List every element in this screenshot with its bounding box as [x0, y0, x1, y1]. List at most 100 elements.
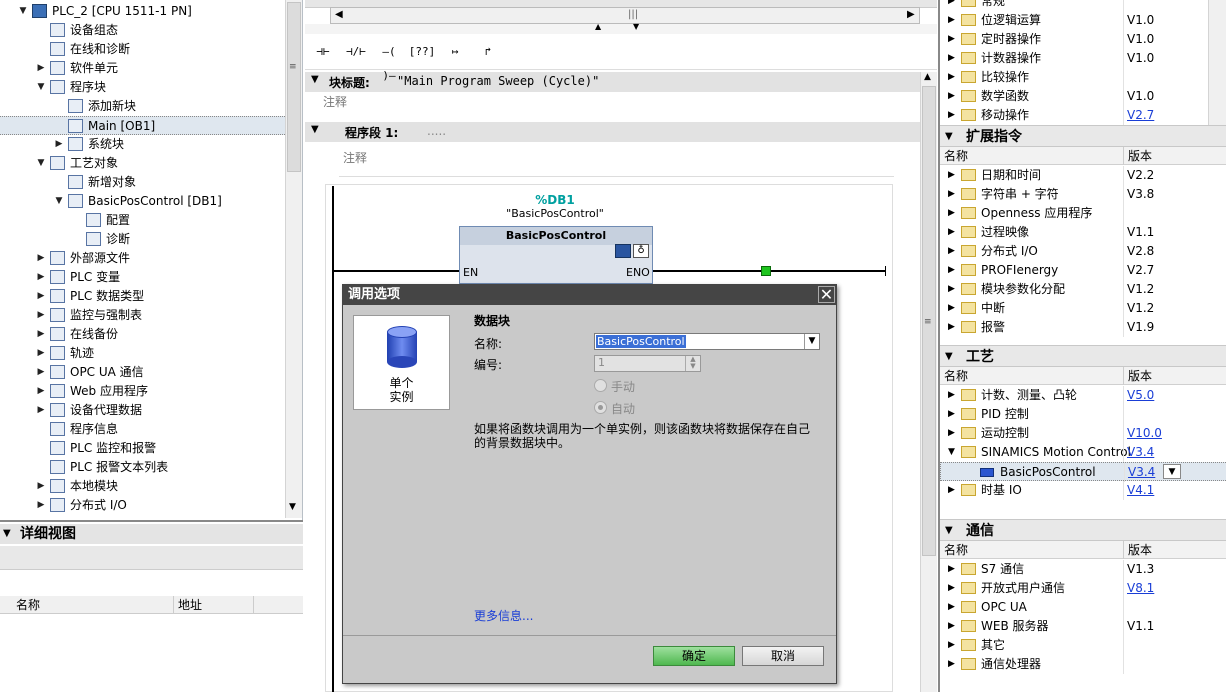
tree-item[interactable]: ▶ 软件单元 — [0, 59, 285, 78]
tree-item[interactable]: 程序信息 — [0, 420, 285, 439]
no-contact-icon[interactable]: ⊣⊢ — [308, 40, 338, 64]
chevron-right-icon[interactable]: ▶ — [36, 382, 46, 401]
tree-item[interactable]: 配置 — [0, 211, 285, 230]
tree-item[interactable]: 设备组态 — [0, 21, 285, 40]
dialog-titlebar[interactable]: 调用选项 — [343, 285, 836, 305]
section-header[interactable]: ▼ 通信 — [940, 519, 1226, 541]
chevron-right-icon[interactable]: ▶ — [948, 386, 955, 405]
auto-radio[interactable] — [594, 401, 607, 414]
tree-item[interactable]: ▶ Web 应用程序 — [0, 382, 285, 401]
chevron-right-icon[interactable]: ▶ — [948, 655, 955, 674]
scroll-down-icon[interactable]: ▼ — [289, 502, 296, 512]
en-pin[interactable]: EN — [463, 266, 478, 279]
instruction-row[interactable]: BasicPosControl V3.4 ▼ — [940, 462, 1226, 482]
instruction-version[interactable]: V8.1 — [1127, 579, 1154, 598]
column-version[interactable]: 版本 — [1123, 367, 1152, 385]
chevron-down-icon[interactable]: ▼ — [36, 154, 46, 173]
chevron-down-icon[interactable]: ▼ — [945, 346, 953, 368]
spinner-icon[interactable]: ▲ ▼ — [685, 356, 700, 371]
tree-item[interactable]: ▶ 本地模块 — [0, 477, 285, 496]
chevron-down-icon[interactable]: ▼ — [3, 524, 11, 544]
ok-button[interactable]: 确定 — [653, 646, 735, 666]
version-dropdown-icon[interactable]: ▼ — [1163, 464, 1181, 479]
chevron-right-icon[interactable]: ▶ — [36, 477, 46, 496]
scroll-left-icon[interactable]: ◀ — [335, 9, 343, 20]
instance-db-name[interactable]: "BasicPosControl" — [460, 207, 650, 220]
chevron-right-icon[interactable]: ▶ — [54, 135, 64, 154]
chevron-down-icon[interactable]: ▼ — [36, 78, 46, 97]
chevron-right-icon[interactable]: ▶ — [948, 280, 955, 299]
instruction-row[interactable]: ▶ 分布式 I/O V2.8 — [940, 242, 1226, 261]
chevron-right-icon[interactable]: ▶ — [36, 249, 46, 268]
chevron-right-icon[interactable]: ▶ — [948, 424, 955, 443]
chevron-right-icon[interactable]: ▶ — [948, 166, 955, 185]
chevron-right-icon[interactable]: ▶ — [948, 261, 955, 280]
chevron-right-icon[interactable]: ▶ — [948, 0, 955, 11]
instruction-row[interactable]: ▶ PROFIenergy V2.7 — [940, 261, 1226, 280]
chevron-right-icon[interactable]: ▶ — [948, 87, 955, 106]
network-title[interactable]: ..... — [427, 124, 446, 138]
tree-scrollbar-thumb[interactable] — [287, 2, 301, 172]
eno-pin[interactable]: ENO — [626, 266, 650, 279]
instruction-row[interactable]: ▶ 常规 — [940, 0, 1226, 11]
chevron-right-icon[interactable]: ▶ — [948, 579, 955, 598]
instruction-row[interactable]: ▶ Openness 应用程序 — [940, 204, 1226, 223]
instruction-row[interactable]: ▶ 移动操作 V2.7 — [940, 106, 1226, 125]
chevron-right-icon[interactable]: ▶ — [36, 59, 46, 78]
number-field[interactable]: 1 ▲ ▼ — [594, 355, 701, 372]
chevron-down-icon[interactable]: ▼ — [945, 520, 953, 542]
editor-hscroll[interactable]: ◀ ||| ▶ — [330, 7, 920, 24]
instance-name-field[interactable]: BasicPosControl ▼ — [594, 333, 820, 350]
chevron-right-icon[interactable]: ▶ — [36, 268, 46, 287]
splitter-down-icon[interactable]: ▼ — [633, 22, 639, 31]
splitter-up-icon[interactable]: ▲ — [595, 22, 601, 31]
tree-item[interactable]: 新增对象 — [0, 173, 285, 192]
instruction-row[interactable]: ▶ 运动控制 V10.0 — [940, 424, 1226, 443]
instruction-version[interactable]: V10.0 — [1127, 424, 1162, 443]
editor-vscroll[interactable]: ▲ ≡ — [920, 72, 937, 692]
column-name[interactable]: 名称 — [944, 147, 968, 165]
section-header[interactable]: ▼ 工艺 — [940, 345, 1226, 367]
empty-box-icon[interactable]: [??] — [407, 40, 437, 64]
chevron-right-icon[interactable]: ▶ — [948, 405, 955, 424]
instruction-version[interactable]: V4.1 — [1127, 481, 1154, 500]
close-icon[interactable]: ✕ — [818, 286, 835, 303]
coil-icon[interactable]: –( )– — [374, 40, 404, 82]
column-address[interactable]: 地址 — [173, 596, 202, 614]
instruction-version[interactable]: V3.4 — [1127, 443, 1154, 462]
chevron-right-icon[interactable]: ▶ — [948, 481, 955, 500]
instruction-row[interactable]: ▶ 比较操作 — [940, 68, 1226, 87]
instruction-row[interactable]: ▶ 其它 — [940, 636, 1226, 655]
stethoscope-icon[interactable]: ♁ — [633, 244, 649, 258]
tree-item[interactable]: ▼ 程序块 — [0, 78, 285, 97]
chevron-right-icon[interactable]: ▶ — [36, 363, 46, 382]
chevron-right-icon[interactable]: ▶ — [948, 636, 955, 655]
instruction-row[interactable]: ▶ 中断 V1.2 — [940, 299, 1226, 318]
instruction-row[interactable]: ▶ 时基 IO V4.1 — [940, 481, 1226, 500]
tree-item[interactable]: 诊断 — [0, 230, 285, 249]
editor-splitter[interactable]: ▲ ▼ — [305, 22, 937, 34]
chevron-right-icon[interactable]: ▶ — [948, 106, 955, 125]
chevron-down-icon[interactable]: ▼ — [311, 124, 319, 135]
tree-item[interactable]: ▶ 轨迹 — [0, 344, 285, 363]
instruction-version[interactable]: V2.7 — [1127, 106, 1154, 125]
output-connector[interactable] — [761, 266, 771, 276]
chevron-right-icon[interactable]: ▶ — [948, 30, 955, 49]
chevron-right-icon[interactable]: ▶ — [36, 496, 46, 515]
tree-item[interactable]: ▶ PLC 变量 — [0, 268, 285, 287]
instruction-row[interactable]: ▶ 报警 V1.9 — [940, 318, 1226, 337]
chevron-down-icon[interactable]: ▼ — [804, 334, 819, 349]
open-branch-icon[interactable]: ↦ — [440, 40, 470, 64]
column-version[interactable]: 版本 — [1123, 147, 1152, 165]
tree-item[interactable]: ▶ OPC UA 通信 — [0, 363, 285, 382]
tree-item[interactable]: 添加新块 — [0, 97, 285, 116]
chevron-right-icon[interactable]: ▶ — [36, 344, 46, 363]
instruction-row[interactable]: ▶ 日期和时间 V2.2 — [940, 166, 1226, 185]
instruction-row[interactable]: ▶ 位逻辑运算 V1.0 — [940, 11, 1226, 30]
column-version[interactable]: 版本 — [1123, 541, 1152, 559]
cancel-button[interactable]: 取消 — [742, 646, 824, 666]
chevron-right-icon[interactable]: ▶ — [948, 617, 955, 636]
chevron-right-icon[interactable]: ▶ — [948, 204, 955, 223]
instruction-row[interactable]: ▶ 模块参数化分配 V1.2 — [940, 280, 1226, 299]
instruction-row[interactable]: ▼ SINAMICS Motion Control V3.4 — [940, 443, 1226, 462]
